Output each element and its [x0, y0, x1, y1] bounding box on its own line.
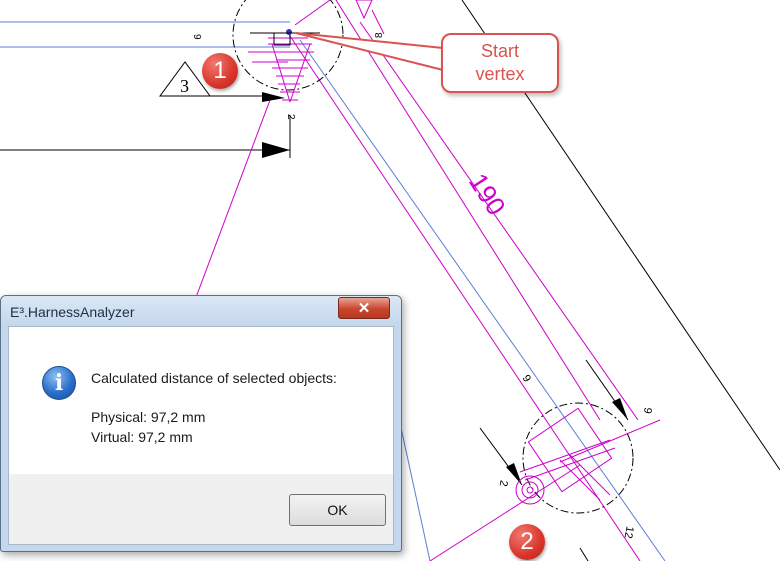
- arrowhead-upper-right: [612, 398, 628, 420]
- dialog-title: E³.HarnessAnalyzer: [10, 304, 135, 320]
- bottom-tick: [579, 547, 589, 561]
- callout-line-2: vertex: [475, 64, 525, 84]
- close-button[interactable]: ✕: [338, 297, 390, 319]
- dimension-190: 190: [463, 168, 512, 221]
- marker-2: 2: [509, 524, 545, 560]
- dim-top-8: 8: [374, 32, 385, 38]
- dialog-body: i Calculated distance of selected object…: [8, 326, 394, 474]
- arrowhead-left: [262, 92, 285, 102]
- triangle-label: 3: [180, 76, 189, 96]
- dim-lower-6: 6: [642, 407, 655, 415]
- magenta-small-line: [371, 9, 385, 35]
- magenta-line-top: [294, 0, 331, 26]
- magenta-line-left: [194, 99, 271, 301]
- connector-symbol-bottom: [515, 407, 616, 505]
- dim-lower-12: 12: [622, 525, 636, 539]
- connector-box-top: [273, 32, 291, 46]
- dialog-footer: OK: [8, 474, 394, 545]
- connector-symbol-top: [248, 37, 314, 103]
- start-vertex-point: [286, 29, 292, 35]
- callout-pointer: [295, 32, 444, 71]
- message-heading: Calculated distance of selected objects:: [91, 370, 337, 386]
- virtual-distance: Virtual: 97,2 mm: [91, 429, 193, 445]
- magenta-arrow-top: [355, 0, 373, 20]
- dialog-titlebar[interactable]: E³.HarnessAnalyzer ✕: [1, 296, 401, 328]
- dim-top-9: 9: [191, 34, 202, 40]
- dim-lower-2: 2: [497, 479, 510, 487]
- close-icon: ✕: [357, 299, 371, 317]
- callout-line-1: Start: [480, 41, 519, 61]
- dimension-arrowhead: [262, 142, 290, 158]
- ok-button[interactable]: OK: [289, 494, 386, 526]
- info-icon: i: [42, 366, 76, 400]
- marker-1: 1: [202, 53, 238, 89]
- magenta-line-bottom: [429, 464, 581, 561]
- physical-distance: Physical: 97,2 mm: [91, 409, 206, 425]
- start-vertex-callout: Start vertex: [441, 33, 559, 93]
- message-dialog: E³.HarnessAnalyzer ✕ i Calculated distan…: [0, 295, 402, 552]
- info-glyph: i: [54, 370, 64, 396]
- dim-top-2: 2: [285, 114, 296, 120]
